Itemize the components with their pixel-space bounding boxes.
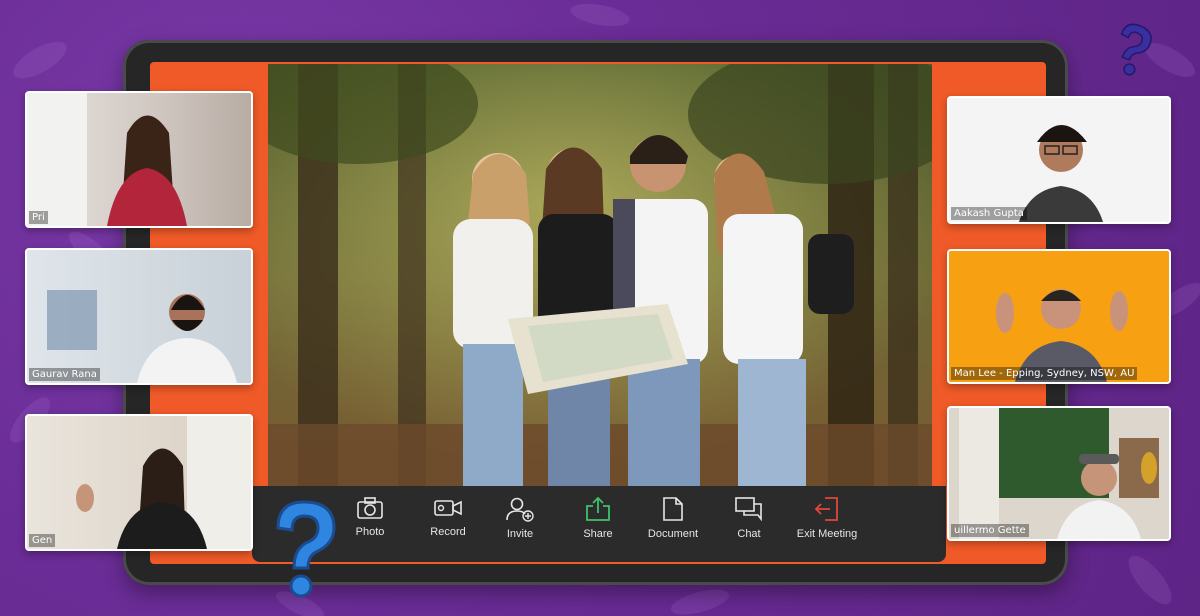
participant-tile[interactable]: Gaurav Rana [25, 248, 253, 385]
participant-tile[interactable]: Gen [25, 414, 253, 551]
exit-meeting-label: Exit Meeting [796, 528, 858, 540]
participant-video [27, 93, 187, 226]
invite-label: Invite [506, 528, 534, 540]
document-icon [663, 497, 683, 521]
chat-button[interactable]: Chat [709, 496, 789, 540]
record-label: Record [430, 526, 466, 538]
participant-tile[interactable]: Man Lee - Epping, Sydney, NSW, AU [947, 249, 1171, 384]
participant-tile[interactable]: Pri [25, 91, 253, 228]
share-icon [586, 496, 610, 521]
participant-video [1019, 125, 1103, 222]
record-button[interactable]: Record [408, 496, 488, 538]
main-video-feed [268, 64, 932, 486]
exit-meeting-button[interactable]: Exit Meeting [787, 496, 867, 540]
participant-video [76, 416, 251, 549]
video-camera-icon [434, 500, 462, 516]
camera-icon [357, 497, 383, 519]
participant-name: Gen [29, 534, 56, 547]
photo-label: Photo [355, 526, 385, 538]
invite-button[interactable]: Invite [480, 496, 560, 540]
document-label: Document [647, 528, 699, 540]
chat-icon [735, 497, 762, 522]
photo-button[interactable]: Photo [330, 496, 410, 538]
share-button[interactable]: Share [558, 496, 638, 540]
meeting-toolbar: Photo Record Invite Share Document Chat … [252, 486, 946, 562]
participant-tile[interactable]: Aakash Gupta [947, 96, 1171, 224]
share-label: Share [583, 528, 613, 540]
participant-name: Aakash Gupta [951, 207, 1027, 220]
participant-video [47, 290, 237, 383]
chat-label: Chat [737, 528, 761, 540]
question-mark-icon [276, 500, 336, 598]
participant-tile[interactable]: uillermo Gette [947, 406, 1171, 541]
participant-name: uillermo Gette [951, 524, 1029, 537]
exit-icon [814, 497, 838, 521]
participant-video [996, 289, 1128, 382]
add-user-icon [506, 497, 534, 522]
participant-name: Man Lee - Epping, Sydney, NSW, AU [951, 367, 1138, 380]
document-button[interactable]: Document [633, 496, 713, 540]
participant-video [959, 408, 1159, 539]
question-mark-icon [1120, 23, 1152, 76]
participant-name: Gaurav Rana [29, 368, 100, 381]
participant-name: Pri [29, 211, 48, 224]
